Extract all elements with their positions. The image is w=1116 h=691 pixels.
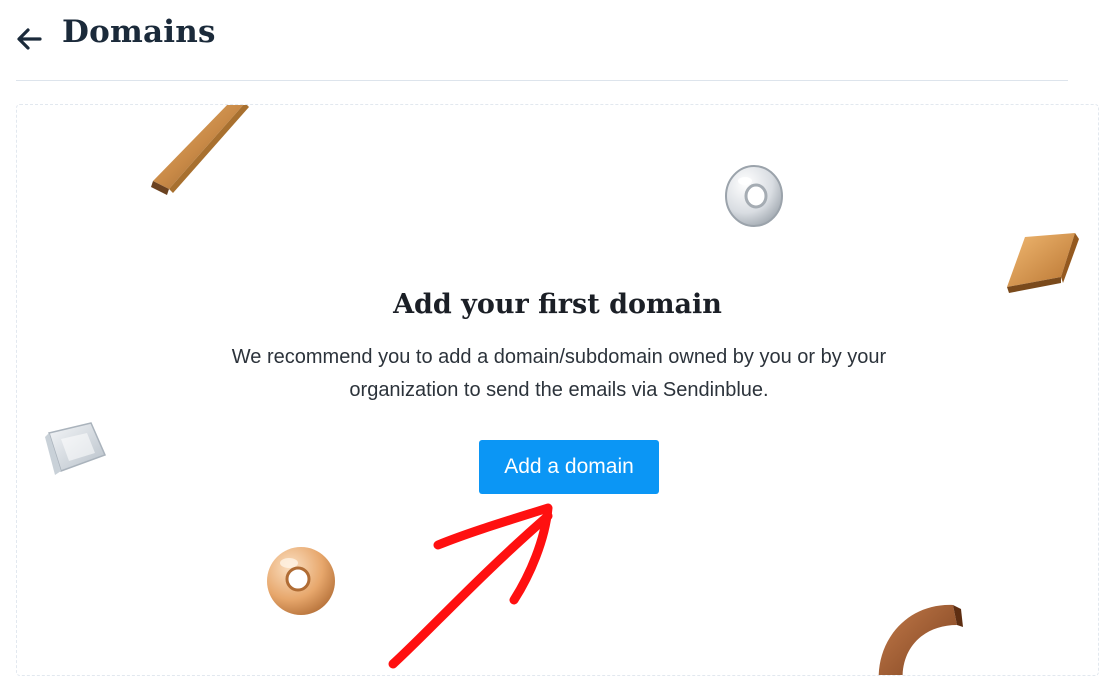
copper-ring-icon <box>267 547 335 615</box>
empty-state-description: We recommend you to add a domain/subdoma… <box>231 346 887 401</box>
glass-ring-icon <box>725 165 783 227</box>
glass-cube-icon <box>45 422 107 475</box>
wooden-arc-icon <box>878 604 963 675</box>
add-domain-button[interactable]: Add a domain <box>479 440 659 494</box>
back-button[interactable] <box>12 22 46 56</box>
header-divider <box>16 80 1068 81</box>
empty-state-title: Add your first domain <box>393 289 722 320</box>
empty-state-card: Add your first domain We recommend you t… <box>16 104 1099 676</box>
page-header: Domains <box>0 0 1116 80</box>
arrow-left-icon <box>17 28 42 50</box>
wooden-plank-icon <box>151 105 249 195</box>
page-title: Domains <box>62 14 216 50</box>
